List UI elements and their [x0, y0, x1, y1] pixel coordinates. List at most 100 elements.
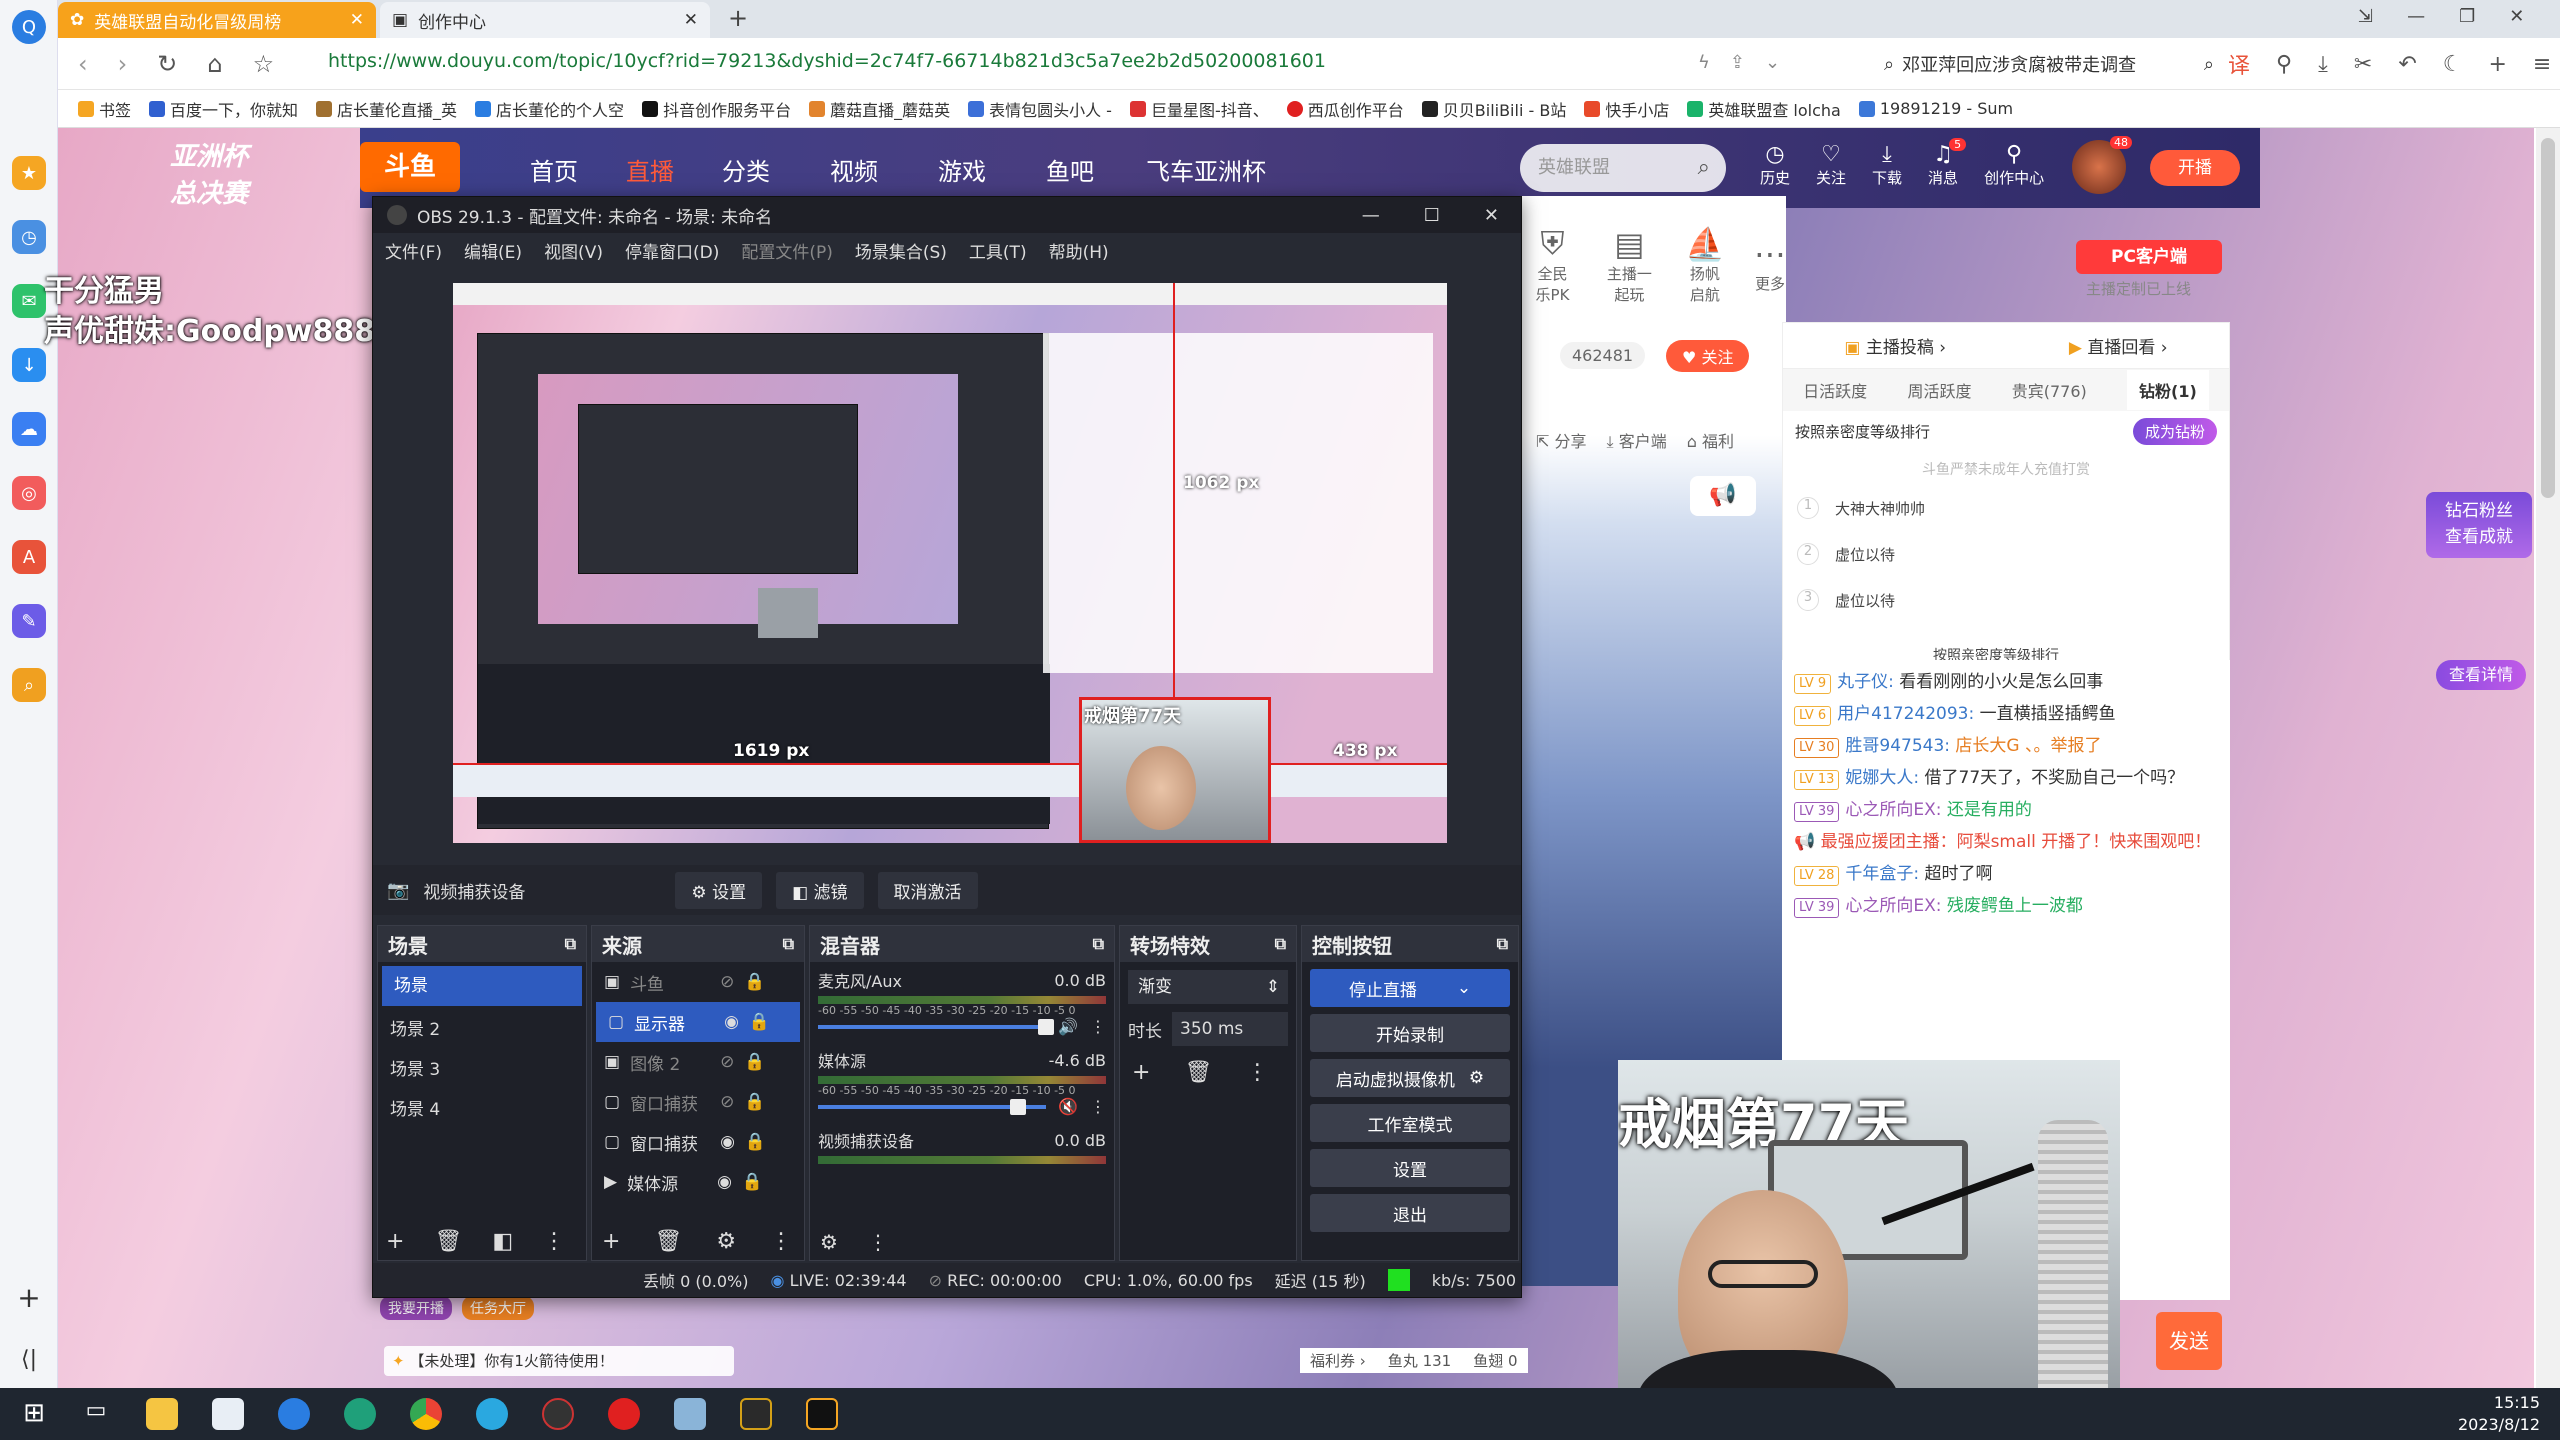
- collapse-sidebar-icon[interactable]: ⟨|: [12, 1342, 46, 1376]
- extension-icon[interactable]: ⚲: [2276, 52, 2292, 77]
- messages-button[interactable]: ♫ 消息 5: [1928, 138, 1967, 188]
- store-icon[interactable]: [212, 1398, 244, 1430]
- lock-icon[interactable]: 🔒: [742, 1172, 763, 1192]
- client-button[interactable]: ⤓ 客户端: [1607, 428, 1667, 452]
- menu-help[interactable]: 帮助(H): [1049, 238, 1109, 263]
- lol-icon[interactable]: [740, 1398, 772, 1430]
- add-source-icon[interactable]: +: [602, 1229, 620, 1254]
- qq-browser-icon[interactable]: [476, 1398, 508, 1430]
- close-window-icon[interactable]: ✕: [2509, 6, 2524, 27]
- view-details-button[interactable]: 查看详情: [2436, 660, 2526, 690]
- more-button[interactable]: ⋯ 更多: [1754, 235, 1786, 294]
- rocket-notice[interactable]: ✦ 【未处理】你有1火箭待使用！: [384, 1346, 734, 1376]
- remove-scene-icon[interactable]: 🗑: [434, 1229, 462, 1254]
- app-icon[interactable]: [674, 1398, 706, 1430]
- bookmark-item[interactable]: 19891219 - Sum: [1858, 99, 2013, 118]
- follow-button[interactable]: ♡ 关注: [1816, 142, 1846, 188]
- douyu-logo[interactable]: 斗鱼: [360, 142, 460, 192]
- page-scrollbar[interactable]: [2536, 128, 2560, 1388]
- diamond-fans-promo[interactable]: 钻石粉丝 查看成就: [2426, 492, 2532, 558]
- pdf-icon[interactable]: A: [12, 540, 46, 574]
- coupon-link[interactable]: 福利券 ›: [1310, 1350, 1366, 1371]
- nav-yuba[interactable]: 鱼吧: [1046, 152, 1094, 187]
- nav-home[interactable]: 首页: [530, 152, 578, 187]
- follow-button[interactable]: ♥ 关注: [1666, 340, 1750, 372]
- scene-filter-icon[interactable]: ◧: [492, 1229, 513, 1254]
- volume-slider[interactable]: [818, 1018, 1055, 1035]
- sail-button[interactable]: ⛵ 扬帆启航: [1684, 225, 1726, 305]
- source-item[interactable]: ▢ 窗口捕获 ⊘ 🔒: [592, 1082, 804, 1122]
- welfare-button[interactable]: ⌂ 福利: [1687, 428, 1734, 452]
- rank-entry[interactable]: 1 大神大神帅帅: [1783, 485, 2229, 531]
- hidden-eye-icon[interactable]: ⊘: [720, 1052, 734, 1072]
- task-hall-gift[interactable]: 任务大厅: [462, 1296, 534, 1320]
- clock[interactable]: 15:15 2023/8/12: [2458, 1392, 2540, 1436]
- download-icon[interactable]: ↓: [12, 348, 46, 382]
- menu-docks[interactable]: 停靠窗口(D): [625, 238, 719, 263]
- source-props-icon[interactable]: ⚙: [716, 1229, 736, 1254]
- visible-eye-icon[interactable]: ◉: [717, 1172, 732, 1192]
- scene-more-icon[interactable]: ⋮: [543, 1229, 565, 1254]
- source-item[interactable]: ▢ 窗口捕获 ◉ 🔒: [592, 1122, 804, 1162]
- browser-icon[interactable]: [278, 1398, 310, 1430]
- undo-icon[interactable]: ↶: [2398, 52, 2416, 77]
- favorites-star-icon[interactable]: ★: [12, 156, 46, 190]
- menu-edit[interactable]: 编辑(E): [464, 238, 522, 263]
- browser-logo-icon[interactable]: Q: [12, 10, 46, 44]
- megaphone-icon[interactable]: 📢: [1690, 476, 1756, 516]
- studio-mode-button[interactable]: 工作室模式: [1310, 1104, 1510, 1142]
- stop-streaming-button[interactable]: 停止直播 ⌄: [1310, 969, 1510, 1007]
- lock-icon[interactable]: 🔒: [744, 1092, 765, 1112]
- scissors-icon[interactable]: ✂: [2354, 52, 2372, 77]
- tab-creator-center[interactable]: ▣ 创作中心 ✕: [380, 2, 710, 38]
- become-diamond-button[interactable]: 成为钻粉: [2132, 417, 2217, 445]
- visible-eye-icon[interactable]: ◉: [720, 1132, 735, 1152]
- edge-icon[interactable]: [344, 1398, 376, 1430]
- maximize-icon[interactable]: ☐: [1424, 205, 1440, 226]
- wechat-icon[interactable]: ✉: [12, 284, 46, 318]
- menu-tools[interactable]: 工具(T): [969, 238, 1027, 263]
- share-icon[interactable]: ⇪: [1730, 52, 1745, 73]
- bookmark-item[interactable]: 蘑菇直播_蘑菇英: [809, 97, 950, 121]
- scene-item[interactable]: 场景 4: [378, 1090, 586, 1130]
- lightning-icon[interactable]: ϟ: [1698, 52, 1710, 73]
- translate-icon[interactable]: 译: [2228, 48, 2250, 80]
- bookmark-item[interactable]: 英雄联盟查 lolcha: [1687, 97, 1841, 121]
- volume-slider[interactable]: [818, 1098, 1047, 1115]
- chrome-icon[interactable]: [410, 1398, 442, 1430]
- task-view-icon[interactable]: ▭: [80, 1398, 112, 1430]
- undock-icon[interactable]: ⧉: [1093, 934, 1104, 954]
- menu-profile[interactable]: 配置文件(P): [741, 238, 833, 263]
- downloads-icon[interactable]: ⤓: [2318, 52, 2328, 77]
- source-item[interactable]: ▣ 斗鱼 ⊘ 🔒: [592, 962, 804, 1002]
- menu-icon[interactable]: ≡: [2533, 52, 2551, 77]
- settings-button[interactable]: 设置: [1310, 1149, 1510, 1187]
- pk-button[interactable]: ⛨ 全民乐PK: [1530, 224, 1575, 305]
- forward-icon[interactable]: ›: [118, 50, 128, 78]
- bookmark-star-icon[interactable]: ☆: [253, 50, 275, 78]
- tab-active[interactable]: ✿ 英雄联盟自动化冒级周榜 ✕: [58, 2, 376, 38]
- note-icon[interactable]: ✎: [12, 604, 46, 638]
- source-item-selected[interactable]: ▢ 显示器 ◉ 🔒: [596, 1002, 800, 1042]
- scene-item[interactable]: 场景 3: [378, 1050, 586, 1090]
- scene-item[interactable]: 场景 2: [378, 1010, 586, 1050]
- lock-icon[interactable]: 🔒: [744, 1052, 765, 1072]
- source-item[interactable]: ▶ 媒体源 ◉ 🔒: [592, 1162, 804, 1202]
- url-input[interactable]: https://www.douyu.com/topic/10ycf?rid=79…: [328, 50, 1878, 72]
- app-red-icon[interactable]: ◎: [12, 476, 46, 510]
- douyu-search-input[interactable]: 英雄联盟 ⌕: [1520, 144, 1726, 192]
- menu-view[interactable]: 视图(V): [544, 238, 603, 263]
- reload-icon[interactable]: ↻: [157, 50, 177, 78]
- new-tab-icon[interactable]: +: [728, 4, 748, 32]
- bookmark-item[interactable]: 书签: [78, 97, 131, 121]
- history-clock-icon[interactable]: ◷: [12, 220, 46, 254]
- channel-menu-icon[interactable]: ⋮: [1090, 1097, 1106, 1116]
- anchor-post-tab[interactable]: ▣ 主播投稿 ›: [1844, 333, 1946, 358]
- file-explorer-icon[interactable]: [146, 1398, 178, 1430]
- source-settings-button[interactable]: ⚙ 设置: [675, 871, 763, 909]
- speaker-icon[interactable]: 🔊: [1058, 1017, 1078, 1036]
- pc-client-button[interactable]: PC客户端: [2076, 240, 2222, 274]
- menu-file[interactable]: 文件(F): [385, 238, 442, 263]
- bookmark-item[interactable]: 巨量星图-抖音、: [1129, 97, 1269, 121]
- undock-icon[interactable]: ⧉: [565, 934, 576, 954]
